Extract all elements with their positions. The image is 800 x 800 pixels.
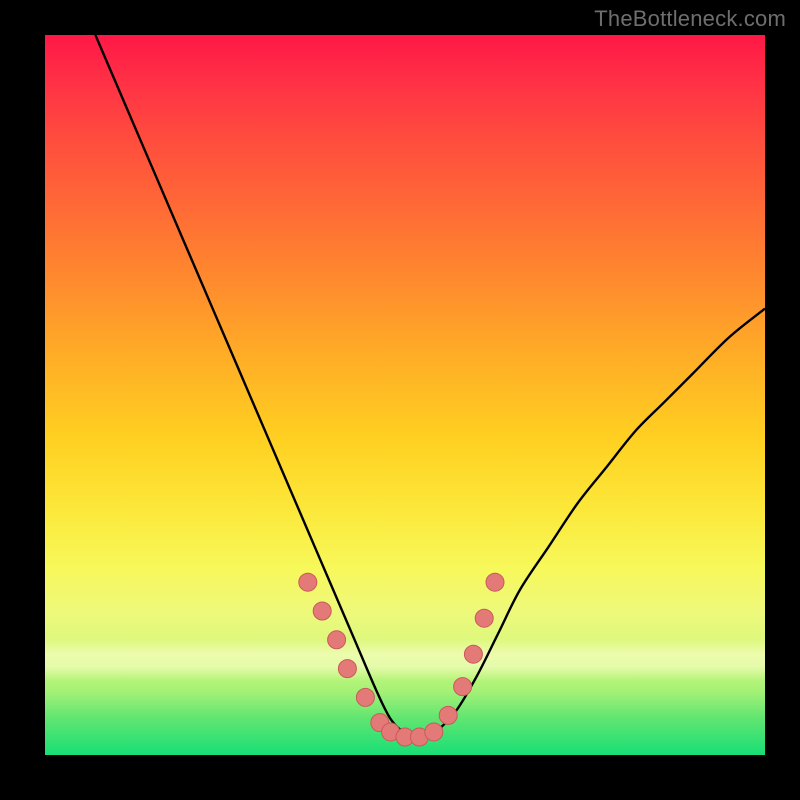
chart-svg	[45, 35, 765, 755]
highlight-band	[45, 639, 765, 681]
curve-marker	[299, 573, 317, 591]
curve-marker	[464, 645, 482, 663]
curve-marker	[338, 660, 356, 678]
curve-marker	[410, 728, 428, 746]
bottleneck-curve	[95, 35, 765, 741]
plot-area	[45, 35, 765, 755]
curve-markers	[299, 573, 504, 746]
curve-marker	[425, 723, 443, 741]
curve-marker	[396, 728, 414, 746]
curve-marker	[454, 678, 472, 696]
curve-marker	[439, 706, 457, 724]
curve-marker	[382, 723, 400, 741]
watermark-text: TheBottleneck.com	[594, 6, 786, 32]
curve-marker	[356, 688, 374, 706]
chart-stage: TheBottleneck.com	[0, 0, 800, 800]
curve-marker	[328, 631, 346, 649]
curve-marker	[486, 573, 504, 591]
curve-marker	[313, 602, 331, 620]
curve-marker	[475, 609, 493, 627]
curve-marker	[371, 714, 389, 732]
